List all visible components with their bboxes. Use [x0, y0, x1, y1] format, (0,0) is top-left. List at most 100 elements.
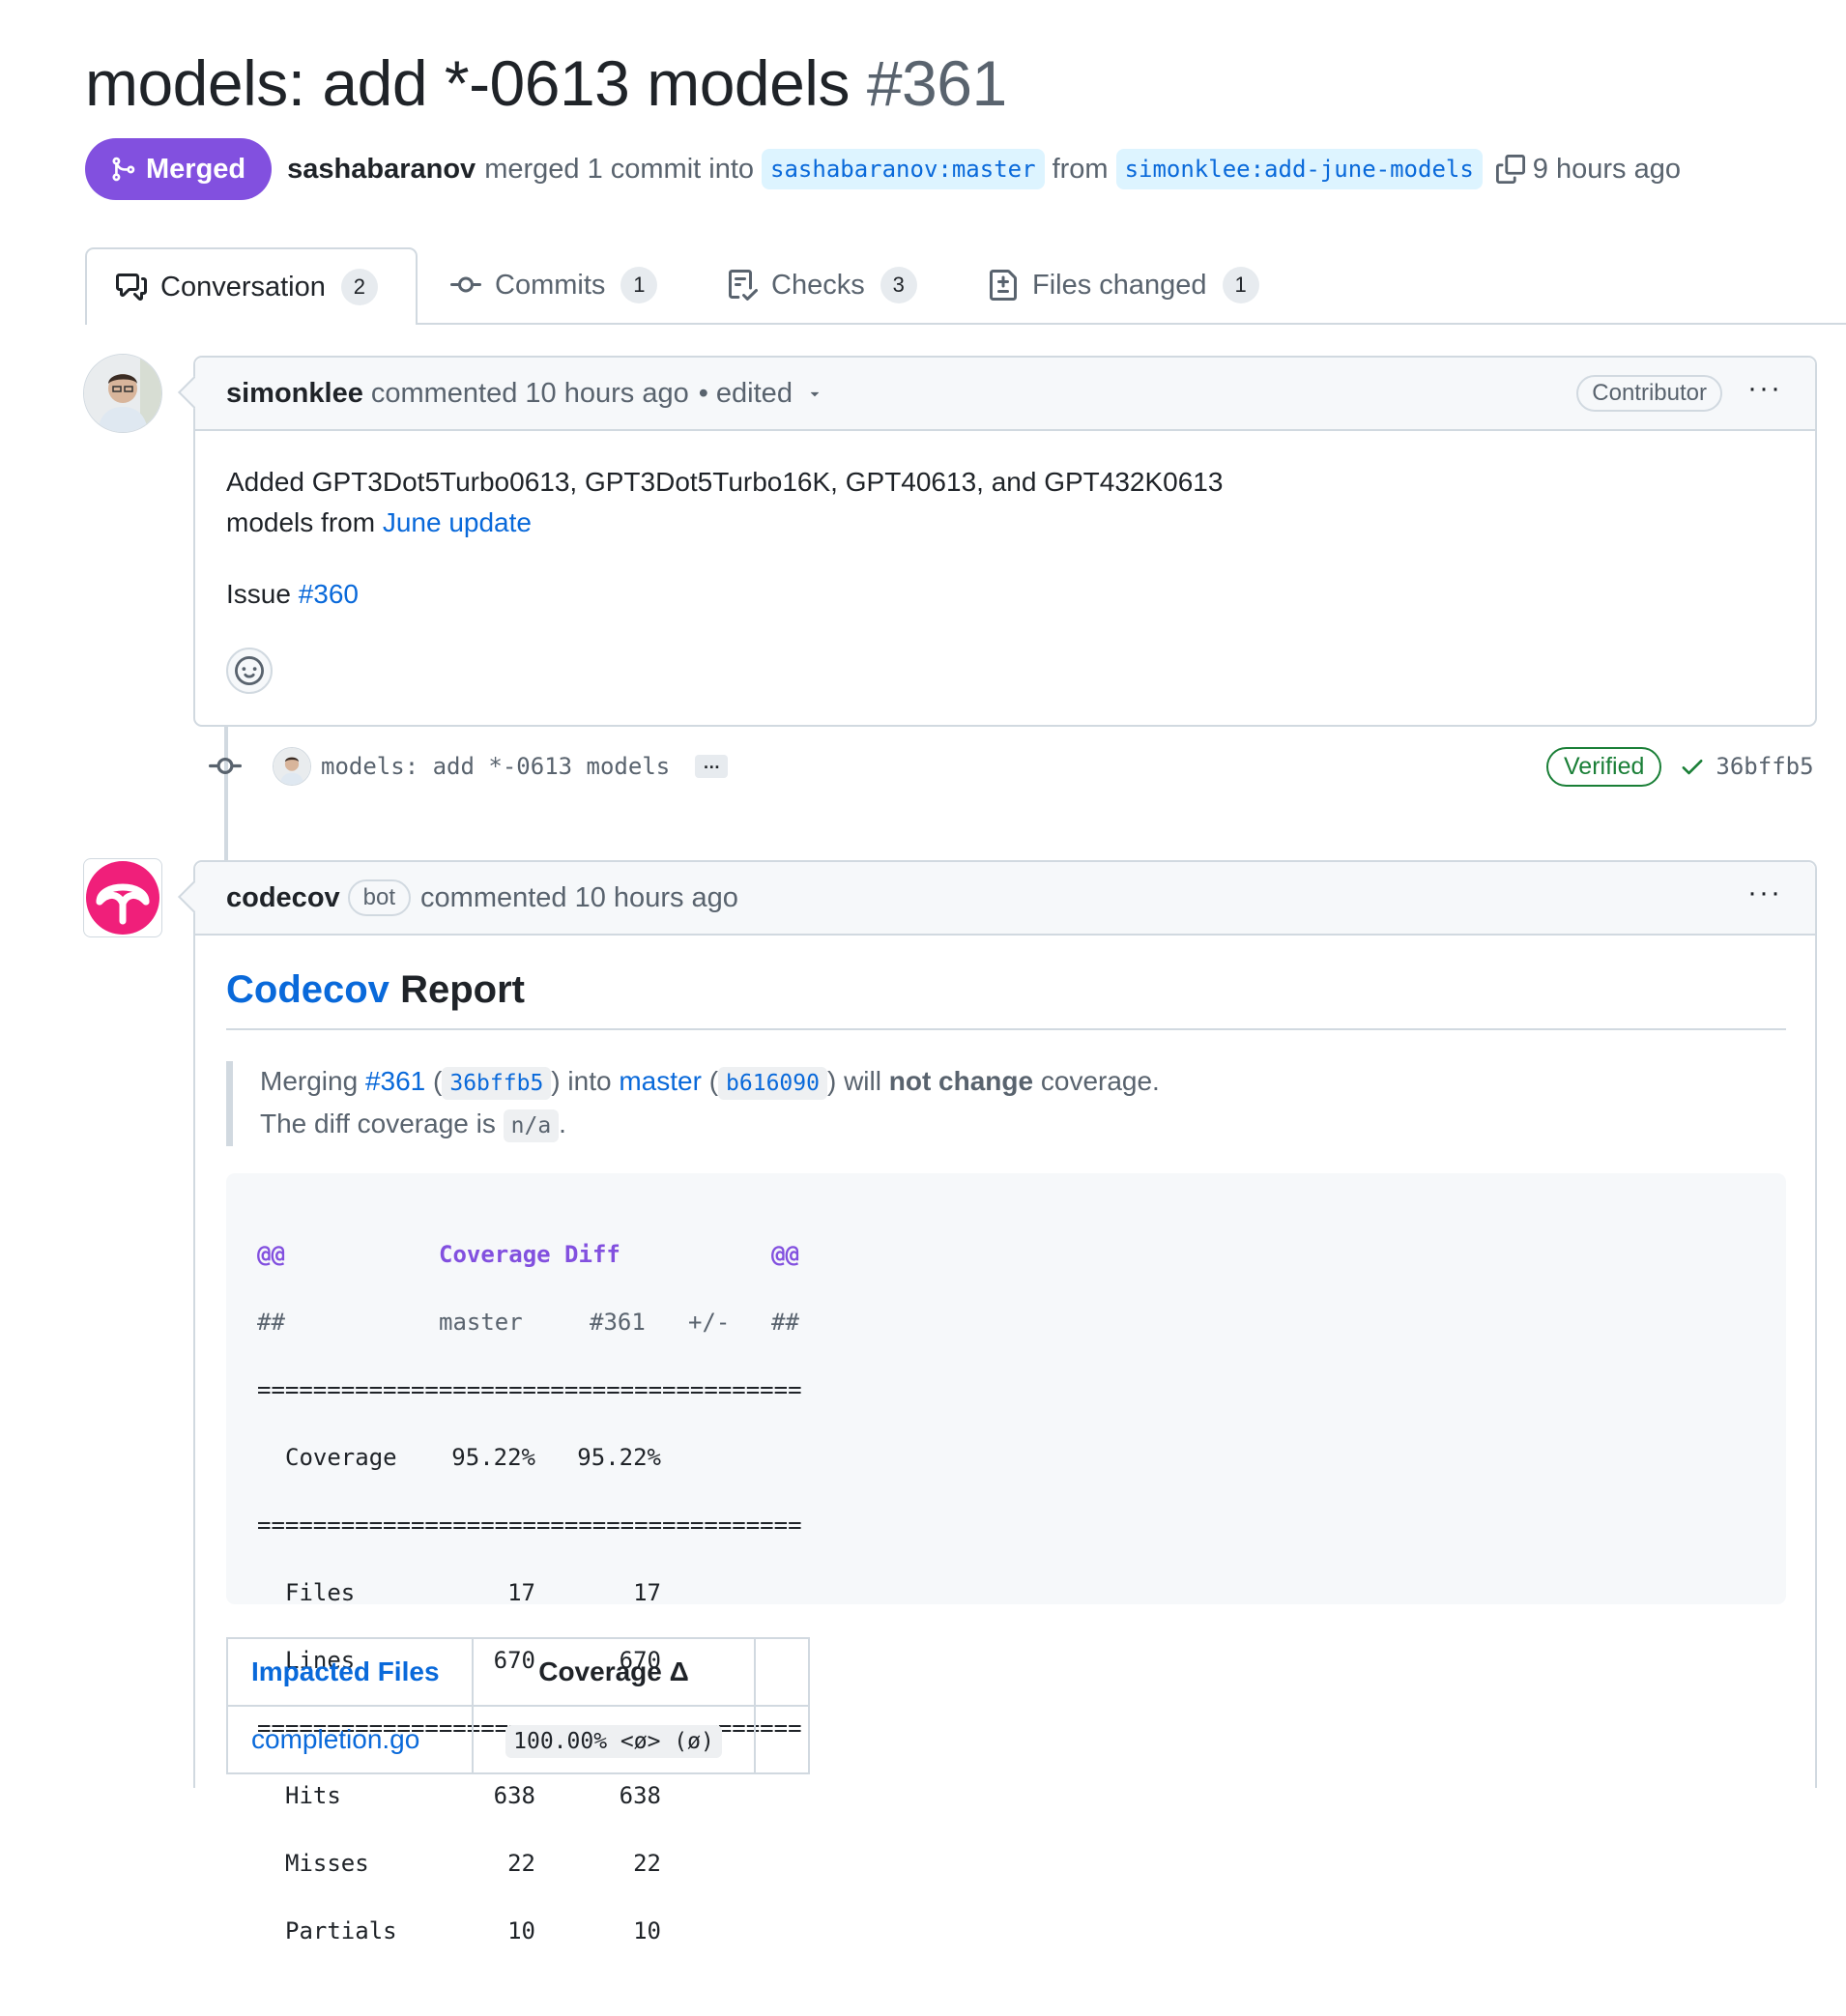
diff-row-label: Partials: [285, 1917, 397, 1944]
impacted-file-link[interactable]: completion.go: [251, 1724, 419, 1754]
verified-badge[interactable]: Verified: [1546, 746, 1662, 787]
diff-row-master: 10: [507, 1917, 535, 1944]
merging-text: Merging: [260, 1066, 359, 1096]
avatar-simonklee[interactable]: [83, 354, 162, 433]
heading-divider: [226, 1028, 1786, 1030]
report-word: Report: [400, 968, 525, 1011]
commit-message-link[interactable]: models: add *-0613 models: [321, 753, 670, 780]
expand-commit-button[interactable]: …: [695, 754, 729, 778]
comment-action[interactable]: commented 10 hours ago: [371, 378, 689, 410]
comment-line2-prefix: models from: [226, 507, 376, 537]
issue-line: Issue #360: [226, 574, 1676, 615]
check-icon: [1682, 760, 1703, 775]
diff-coverage-text: The diff coverage is: [260, 1109, 496, 1138]
pr-number: #361: [866, 47, 1007, 119]
merge-text: merged 1 commit into: [484, 153, 755, 185]
into-text: into: [567, 1066, 612, 1096]
pr-link[interactable]: #361: [365, 1066, 425, 1096]
comment-simonklee: simonklee commented 10 hours ago • edite…: [178, 356, 1817, 727]
issue-prefix: Issue: [226, 579, 291, 609]
commit-status: Verified 36bffb5: [1546, 746, 1814, 787]
merged-by-link[interactable]: sashabaranov: [287, 154, 476, 186]
diff-row-pr: 10: [633, 1917, 661, 1944]
diff-row-master: 638: [493, 1782, 535, 1809]
file-diff-icon: [990, 270, 1017, 301]
comment-line2: models from June update: [226, 503, 1676, 543]
merged-label: Merged: [146, 153, 246, 185]
comment-action[interactable]: commented 10 hours ago: [420, 882, 738, 914]
tab-commits-label: Commits: [495, 269, 606, 301]
diff-row-pr: 17: [633, 1579, 661, 1606]
diff-col-delta: +/-: [688, 1309, 731, 1336]
copy-icon[interactable]: [1495, 155, 1525, 184]
summary-line1: Merging #361 (36bffb5) into master (b616…: [260, 1061, 1710, 1104]
git-commit-icon: [209, 757, 242, 774]
impacted-file-extra: [754, 1705, 810, 1774]
impacted-file-coverage: 100.00% <ø> (ø): [505, 1725, 722, 1758]
smiley-icon: [235, 656, 264, 685]
contributor-badge: Contributor: [1576, 375, 1722, 412]
comment-author[interactable]: simonklee: [226, 378, 363, 410]
avatar-codecov[interactable]: [83, 858, 162, 937]
merged-badge: Merged: [85, 138, 273, 200]
diff-columns-row: ## master #361 +/- ##: [257, 1306, 802, 1339]
diff-separator: =======================================: [257, 1512, 802, 1539]
diff-row-label: Misses: [285, 1850, 369, 1877]
base-sha-link[interactable]: b616090: [718, 1067, 827, 1100]
codecov-link[interactable]: Codecov: [226, 968, 389, 1011]
diff-separator: =======================================: [257, 1376, 802, 1403]
tab-commits-count: 1: [620, 267, 658, 303]
extra-col: [754, 1637, 810, 1707]
checklist-icon: [729, 270, 758, 301]
diff-col-master: master: [439, 1309, 523, 1336]
git-merge-icon: [112, 157, 135, 182]
diff-row-hits: Hits 638 638: [257, 1779, 802, 1813]
impacted-files-link[interactable]: Impacted Files: [251, 1656, 440, 1686]
commit-author-avatar[interactable]: [273, 747, 311, 786]
timeline-commit: models: add *-0613 models …: [209, 746, 729, 787]
not-change-text: not change: [888, 1066, 1034, 1096]
base-branch[interactable]: sashabaranov:master: [762, 149, 1045, 189]
will-text: will: [844, 1066, 881, 1096]
diff-row-master: 17: [507, 1579, 535, 1606]
comment-header: simonklee commented 10 hours ago • edite…: [195, 358, 1815, 431]
comment-author[interactable]: codecov: [226, 882, 340, 914]
issue-link[interactable]: #360: [299, 579, 359, 609]
codecov-report-heading: Codecov Report: [226, 968, 525, 1012]
kebab-menu-icon[interactable]: ···: [1747, 374, 1782, 403]
diff-row-partials: Partials 10 10: [257, 1915, 802, 1948]
merge-time: 9 hours ago: [1532, 153, 1681, 185]
impacted-files-header: Impacted Files Coverage Δ: [226, 1637, 810, 1707]
june-update-link[interactable]: June update: [383, 507, 532, 537]
diff-row-label: Coverage: [285, 1444, 397, 1471]
diff-coverage-end: .: [559, 1109, 566, 1138]
diff-row-master: 22: [507, 1850, 535, 1877]
diff-row-files: Files 17 17: [257, 1576, 802, 1610]
coverage-diff-text: @@ Coverage Diff @@ ## master #361 +/- ## ====…: [257, 1204, 802, 2016]
tab-files-changed[interactable]: Files changed 1: [988, 247, 1259, 323]
tab-checks-count: 3: [880, 267, 917, 303]
tab-conversation[interactable]: Conversation 2: [85, 247, 418, 325]
head-sha-link[interactable]: 36bffb5: [442, 1067, 552, 1100]
diff-col-hash-left: ##: [257, 1309, 285, 1336]
tab-checks[interactable]: Checks 3: [727, 247, 917, 323]
head-branch[interactable]: simonklee:add-june-models: [1115, 149, 1483, 189]
diff-row-label: Files: [285, 1579, 356, 1606]
diff-at-right: @@: [771, 1241, 799, 1268]
diff-col-hash-right: ##: [771, 1309, 799, 1336]
comment-discussion-icon: [116, 274, 147, 301]
edited-label[interactable]: • edited: [699, 378, 793, 410]
commit-sha-link[interactable]: 36bffb5: [1716, 753, 1813, 780]
kebab-menu-icon[interactable]: ···: [1747, 878, 1782, 907]
master-link[interactable]: master: [619, 1066, 702, 1096]
add-reaction-button[interactable]: [226, 648, 273, 694]
diff-row-coverage: Coverage 95.22% 95.22%: [257, 1441, 802, 1475]
table-row: completion.go 100.00% <ø> (ø): [226, 1705, 810, 1774]
pr-title-text: models: add *-0613 models: [85, 47, 850, 119]
summary-line2: The diff coverage is n/a.: [260, 1104, 1710, 1146]
coverage-diff-block: @@ Coverage Diff @@ ## master #361 +/- ## ====…: [226, 1173, 1786, 1944]
comment-line1: Added GPT3Dot5Turbo0613, GPT3Dot5Turbo16…: [226, 467, 1224, 497]
comment-header: codecov bot commented 10 hours ago: [195, 862, 1815, 936]
tab-commits[interactable]: Commits 1: [450, 247, 658, 323]
triangle-down-icon[interactable]: [806, 385, 823, 402]
